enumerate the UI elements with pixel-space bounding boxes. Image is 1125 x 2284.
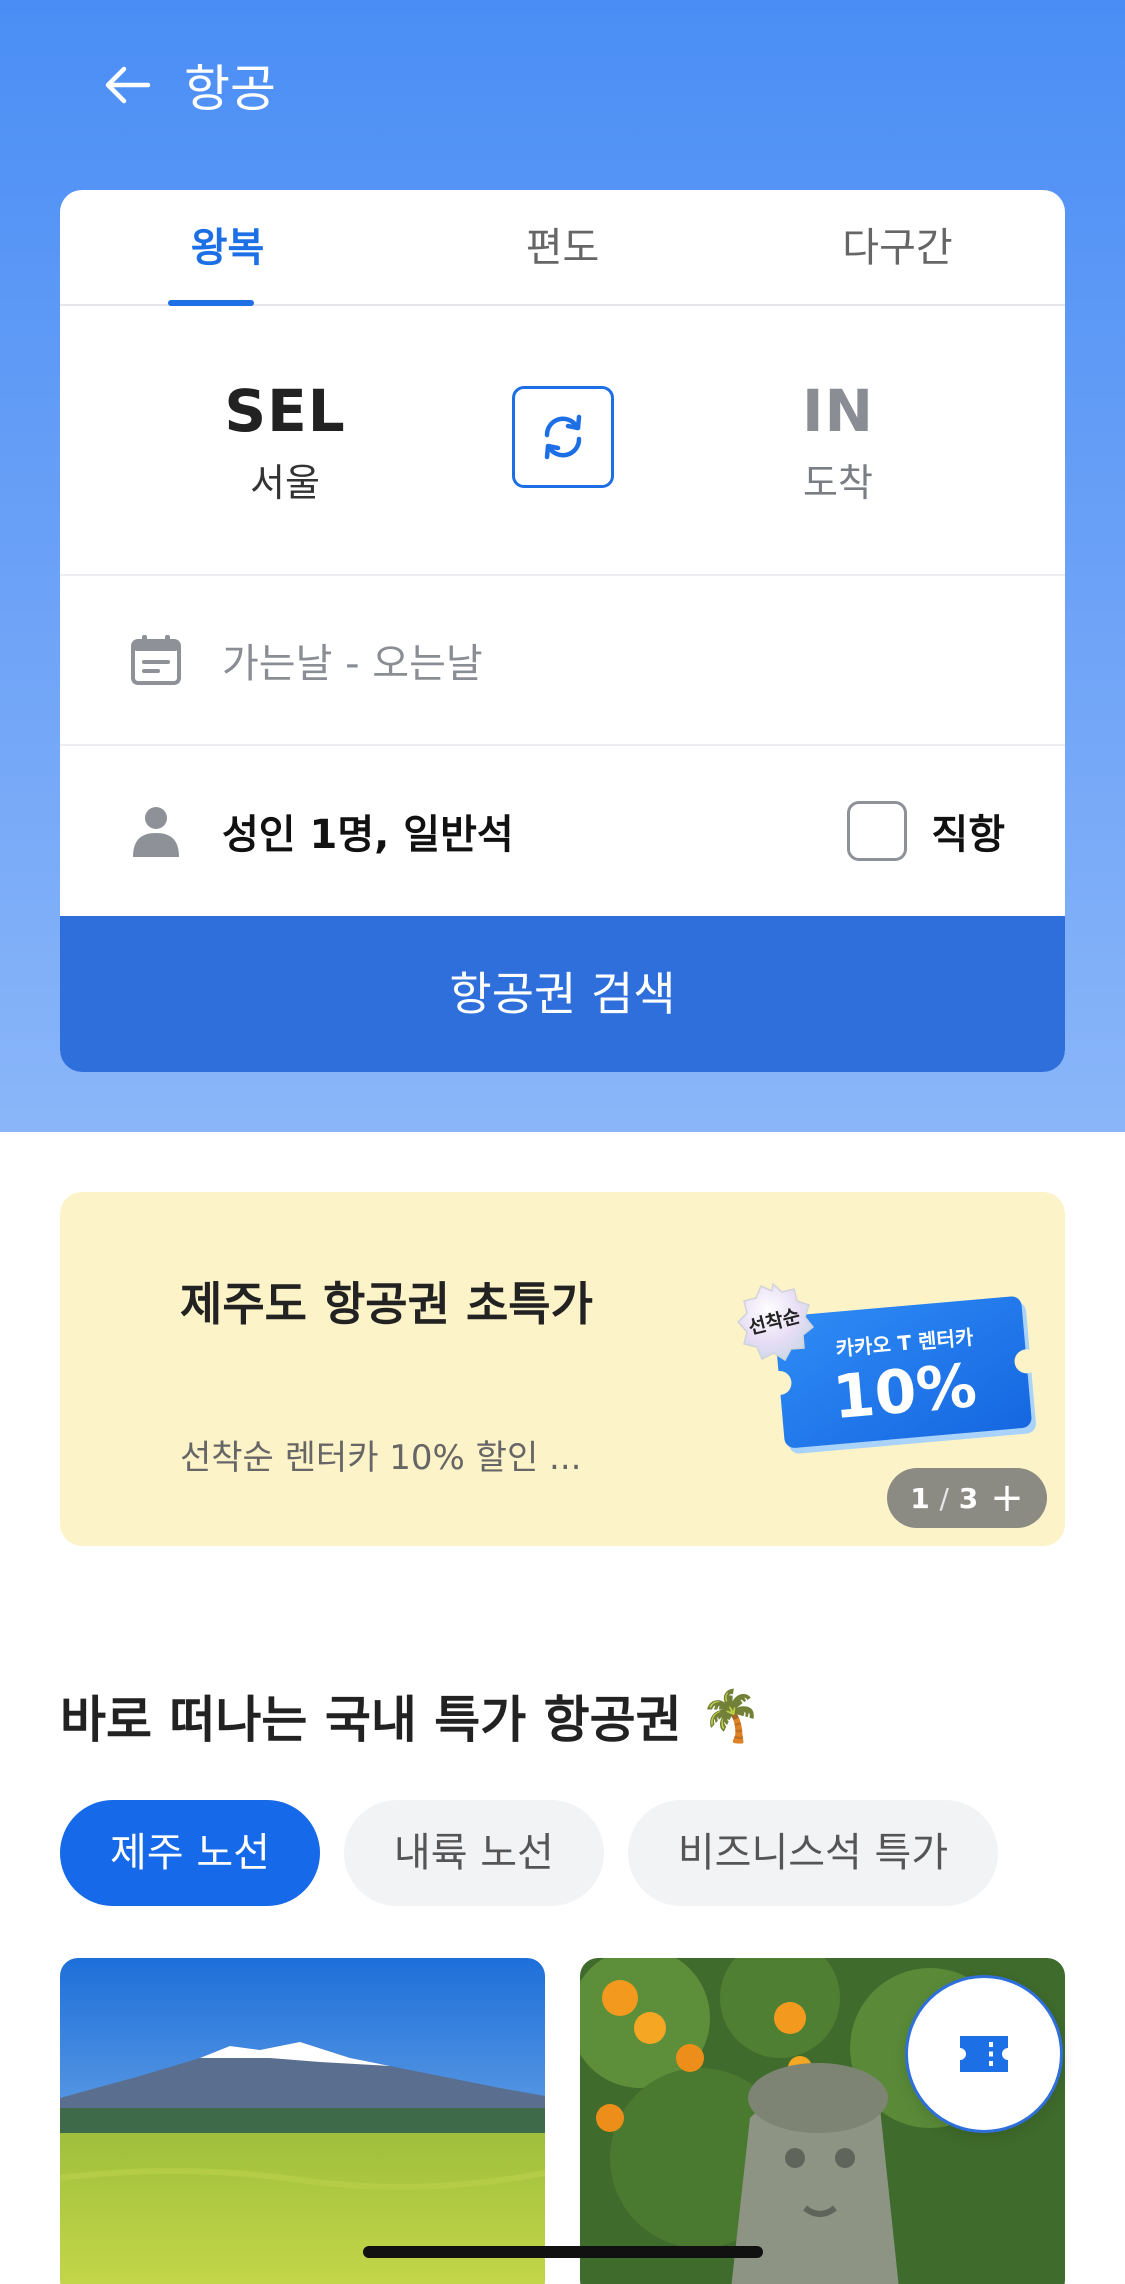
ticket-icon: [960, 2036, 1008, 2072]
swap-arrows-icon: [544, 414, 582, 460]
direct-flight-toggle[interactable]: 직항: [847, 801, 1005, 861]
date-selector[interactable]: 가는날 - 오는날: [60, 576, 1065, 746]
route-selector: SEL 서울 IN 도착: [60, 306, 1065, 576]
direct-label: 직항: [931, 812, 1005, 858]
page-title: 항공: [184, 60, 276, 118]
banner-pager[interactable]: 1 / 3 +: [887, 1468, 1047, 1528]
arrow-left-icon: [105, 66, 151, 104]
calendar-icon: [131, 635, 181, 685]
departure-code: SEL: [224, 377, 346, 445]
chip-inland-routes[interactable]: 내륙 노선: [343, 1800, 604, 1906]
banner-subtitle: 선착순 렌터카 10% 할인 ...: [180, 1438, 582, 1478]
pager-total: 3: [958, 1481, 979, 1515]
chip-jeju-routes[interactable]: 제주 노선: [60, 1800, 320, 1906]
my-tickets-fab[interactable]: [905, 1975, 1063, 2133]
flight-search-card: 왕복 편도 다구간 SEL 서울 IN 도착 가는날 - 오는날 성인 1명, …: [60, 190, 1065, 1072]
search-flights-button[interactable]: 항공권 검색: [60, 916, 1065, 1072]
pager-plus: +: [990, 1475, 1024, 1521]
coupon-percent: 10%: [830, 1351, 979, 1433]
arrival-city[interactable]: IN 도착: [738, 376, 938, 507]
departure-name: 서울: [250, 461, 320, 505]
person-icon: [133, 807, 179, 857]
section-title: 바로 떠나는 국내 특가 항공권 🌴: [60, 1680, 762, 1752]
chip-business-deals[interactable]: 비즈니스석 특가: [627, 1800, 999, 1906]
pager-separator: /: [939, 1481, 949, 1515]
top-bar: 항공: [100, 50, 276, 120]
deal-card-hallasan[interactable]: [60, 1958, 545, 2284]
arrival-code: IN: [801, 377, 875, 445]
trip-type-tabs: 왕복 편도 다구간: [60, 190, 1065, 306]
arrival-name: 도착: [803, 461, 873, 505]
tab-round-trip[interactable]: 왕복: [60, 190, 395, 306]
hallasan-mountain-image: [60, 1958, 545, 2284]
date-placeholder: 가는날 - 오는날: [222, 641, 483, 687]
coupon-illustration: 카카오 T 렌터카 10% 선착순: [736, 1282, 1039, 1454]
home-indicator: [363, 2246, 763, 2258]
deal-cards: [60, 1958, 1065, 2284]
section-title-text: 바로 떠나는 국내 특가 항공권: [60, 1691, 682, 1749]
tab-multi-city[interactable]: 다구간: [730, 190, 1065, 304]
departure-city[interactable]: SEL 서울: [185, 376, 385, 507]
back-button[interactable]: [100, 57, 156, 113]
promo-banner[interactable]: 제주도 항공권 초특가 선착순 렌터카 10% 할인 ... 카카오 T 렌터카…: [60, 1192, 1065, 1546]
route-filter-chips: 제주 노선 내륙 노선 비즈니스석 특가: [60, 1800, 999, 1906]
swap-button[interactable]: [512, 386, 614, 488]
passenger-row: 성인 1명, 일반석 직항: [60, 746, 1065, 916]
banner-title: 제주도 항공권 초특가: [180, 1277, 593, 1331]
pager-current: 1: [910, 1481, 930, 1515]
tab-one-way[interactable]: 편도: [395, 190, 730, 304]
passenger-class-selector[interactable]: 성인 1명, 일반석: [222, 802, 514, 860]
palm-tree-icon: 🌴: [699, 1686, 762, 1745]
direct-checkbox[interactable]: [847, 801, 908, 861]
